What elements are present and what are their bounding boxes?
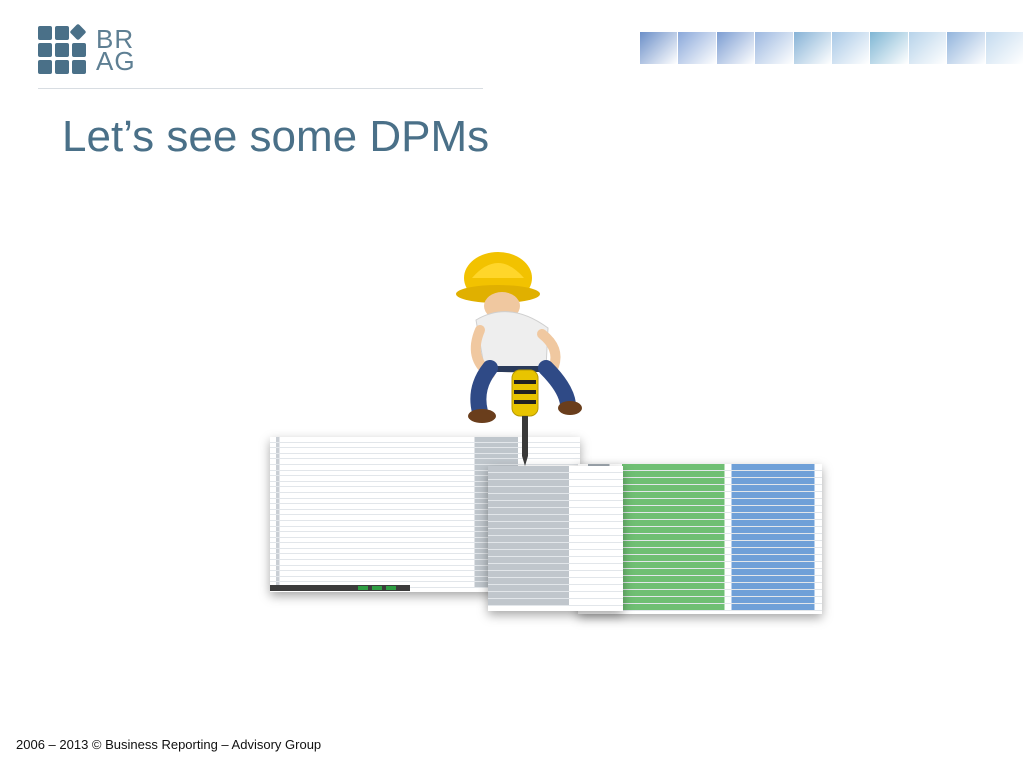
strip-segment [755,32,794,64]
strip-segment [870,32,909,64]
footer-copyright: 2006 – 2013 © Business Reporting – Advis… [16,737,322,752]
strip-segment [985,32,1024,64]
sheet-row [488,480,623,487]
sheet-row [488,599,623,606]
strip-segment [678,32,717,64]
sheet-row [488,494,623,501]
sheet-row [488,522,623,529]
spreadsheet-sheet-tabs [270,585,410,591]
strip-segment [908,32,948,64]
construction-worker-jackhammer-icon [456,252,582,466]
strip-segment [832,32,871,64]
sheet-row [488,529,623,536]
sheet-row [488,557,623,564]
strip-segment [640,32,679,64]
sheet-row [488,564,623,571]
sheet-row [488,487,623,494]
sheet-row [488,571,623,578]
sheet-row [488,578,623,585]
sheet-row [488,550,623,557]
sheet-row [488,585,623,592]
sheet-row [488,473,623,480]
sheet-row [488,508,623,515]
sheet-row [488,501,623,508]
sheet-row [488,592,623,599]
sheet-row [488,515,623,522]
strip-segment [716,32,756,64]
decorative-header-strip [640,32,1024,64]
logo-grid-icon [38,23,88,76]
strip-segment [947,32,986,64]
slide-title: Let’s see some DPMs [62,112,490,161]
sheet-row [488,543,623,550]
strip-segment [793,32,833,64]
dpm-spreadsheet-screenshot-2 [488,466,623,611]
header-divider [38,88,483,89]
logo-text: BR AG [96,24,136,76]
brag-logo: BR AG [38,23,148,78]
sheet-row [488,536,623,543]
